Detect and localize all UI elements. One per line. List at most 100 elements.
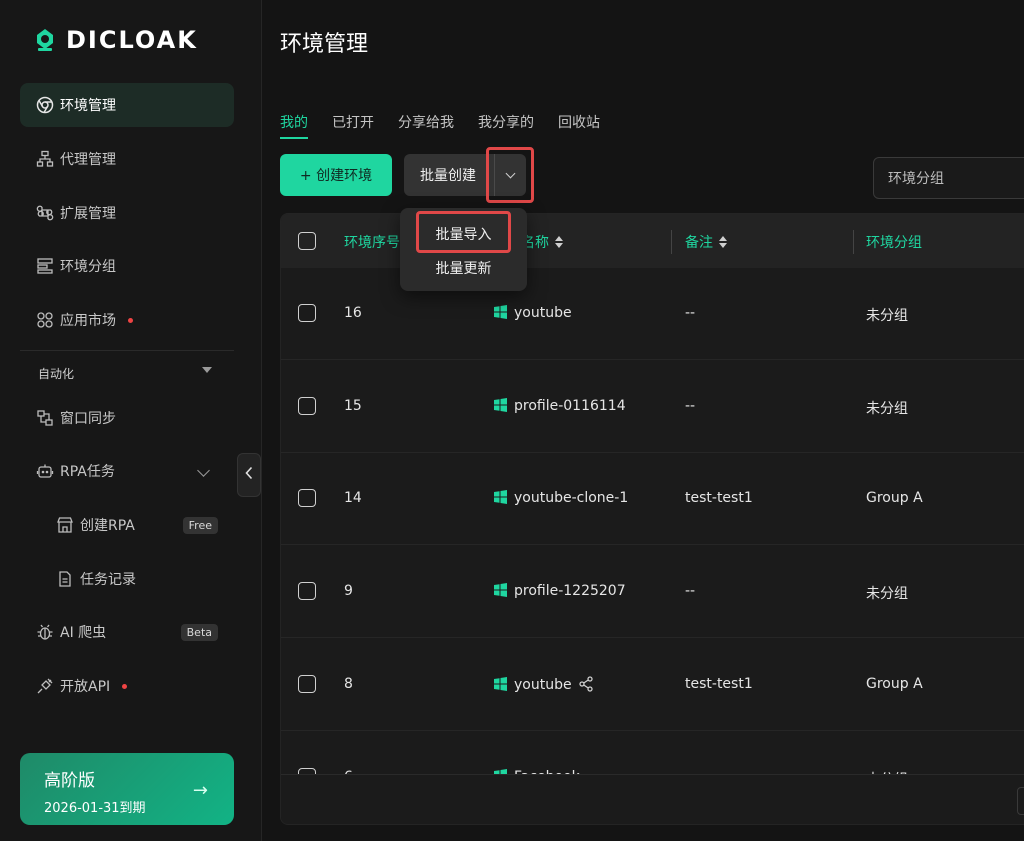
- sidebar-item-create-rpa[interactable]: 创建RPA Free: [20, 503, 234, 547]
- row-group: Group A: [866, 490, 923, 506]
- sidebar-item-extension-management[interactable]: 扩展管理: [20, 191, 234, 235]
- sidebar-item-proxy-management[interactable]: 代理管理: [20, 137, 234, 181]
- logo: DICLOAK: [32, 26, 198, 54]
- row-checkbox[interactable]: [298, 489, 316, 507]
- env-group-select[interactable]: 环境分组: [873, 157, 1024, 199]
- row-group: 未分组: [866, 308, 908, 324]
- row-name-cell[interactable]: youtube: [493, 676, 594, 693]
- tab-opened[interactable]: 已打开: [332, 112, 374, 132]
- table-footer: [281, 774, 1024, 824]
- robot-icon: [36, 462, 54, 480]
- menu-item-batch-update[interactable]: 批量更新: [400, 258, 527, 278]
- notification-dot: [128, 317, 133, 323]
- sidebar-divider: [20, 350, 234, 351]
- sidebar-item-app-market[interactable]: 应用市场: [20, 298, 234, 342]
- pro-plan-card[interactable]: 高阶版 2026-01-31到期 →: [20, 753, 234, 825]
- sync-icon: [36, 409, 54, 427]
- tab-bar: 我的 已打开 分享给我 我分享的 回收站: [280, 112, 600, 139]
- sort-icon[interactable]: [555, 236, 563, 248]
- sidebar-item-task-record[interactable]: 任务记录: [20, 557, 234, 601]
- store-icon: [56, 516, 74, 534]
- table-row[interactable]: 16 youtube -- 未分组: [281, 268, 1024, 360]
- sidebar-collapse-button[interactable]: [237, 453, 261, 497]
- header-note[interactable]: 备注: [685, 232, 727, 252]
- row-name: youtube: [514, 305, 572, 321]
- header-group-label: 环境分组: [866, 235, 922, 251]
- row-checkbox[interactable]: [298, 582, 316, 600]
- tab-mine[interactable]: 我的: [280, 112, 308, 139]
- table-row[interactable]: 14 youtube-clone-1 test-test1 Group A: [281, 453, 1024, 545]
- pagination-control[interactable]: [1017, 787, 1024, 815]
- bug-icon: [36, 623, 54, 641]
- row-checkbox[interactable]: [298, 397, 316, 415]
- tab-recycle-bin[interactable]: 回收站: [558, 112, 600, 132]
- column-divider: [671, 230, 672, 254]
- row-checkbox[interactable]: [298, 675, 316, 693]
- select-all-checkbox[interactable]: [298, 232, 316, 250]
- row-checkbox[interactable]: [298, 304, 316, 322]
- batch-create-label[interactable]: 批量创建: [404, 165, 494, 185]
- tab-shared-with-me[interactable]: 分享给我: [398, 112, 454, 132]
- command-icon: [36, 204, 54, 222]
- chevron-left-icon: [244, 466, 254, 484]
- sidebar-item-open-api[interactable]: 开放API: [20, 664, 234, 708]
- caret-down-icon[interactable]: [202, 367, 212, 373]
- chrome-icon: [36, 96, 54, 114]
- row-note: --: [685, 583, 696, 599]
- pro-plan-expiry: 2026-01-31到期: [44, 801, 146, 816]
- row-name-cell[interactable]: profile-0116114: [493, 398, 626, 414]
- row-name-cell[interactable]: profile-1225207: [493, 583, 626, 599]
- sidebar-item-label: RPA任务: [60, 464, 115, 480]
- sidebar-item-label: 开放API: [60, 679, 111, 695]
- env-table: 环境序号 名称 备注 环境分组 16 youtube -- 未分组 15 pro…: [280, 213, 1024, 825]
- tab-my-shares[interactable]: 我分享的: [478, 112, 534, 132]
- sidebar-item-env-group[interactable]: 环境分组: [20, 244, 234, 288]
- header-seq[interactable]: 环境序号: [344, 232, 400, 252]
- sidebar-item-ai-crawler[interactable]: AI 爬虫 Beta: [20, 610, 234, 654]
- sidebar-item-window-sync[interactable]: 窗口同步: [20, 396, 234, 440]
- arrow-right-icon: →: [192, 780, 208, 801]
- pro-plan-title: 高阶版: [44, 771, 95, 791]
- row-note: --: [685, 305, 696, 321]
- row-name-cell[interactable]: youtube-clone-1: [493, 490, 628, 506]
- row-note: test-test1: [685, 676, 753, 692]
- windows-icon: [494, 677, 507, 691]
- doc-icon: [56, 570, 74, 588]
- sidebar-item-label: 任务记录: [80, 572, 136, 588]
- row-note: test-test1: [685, 490, 753, 506]
- header-group[interactable]: 环境分组: [866, 232, 922, 252]
- row-group: Group A: [866, 676, 923, 692]
- column-divider: [853, 230, 854, 254]
- sidebar-item-env-management[interactable]: 环境管理: [20, 83, 234, 127]
- windows-icon: [494, 583, 507, 597]
- layers-icon: [36, 257, 54, 275]
- row-seq: 8: [344, 676, 353, 692]
- notification-dot: [122, 683, 128, 689]
- create-env-button[interactable]: + 创建环境: [280, 154, 392, 196]
- windows-icon: [494, 398, 507, 412]
- table-header: 环境序号 名称 备注 环境分组: [281, 214, 1024, 268]
- windows-icon: [494, 490, 507, 504]
- logo-icon: [37, 29, 53, 51]
- highlight-box: [486, 147, 534, 203]
- row-name: profile-0116114: [514, 398, 626, 414]
- plug-icon: [36, 677, 54, 695]
- header-seq-label: 环境序号: [344, 235, 400, 251]
- network-icon: [36, 150, 54, 168]
- row-seq: 15: [344, 398, 362, 414]
- table-row[interactable]: 8 youtube test-test1 Group A: [281, 639, 1024, 731]
- row-name: profile-1225207: [514, 583, 626, 599]
- sort-icon[interactable]: [719, 236, 727, 248]
- share-icon[interactable]: [578, 676, 594, 692]
- row-name-cell[interactable]: youtube: [493, 305, 572, 321]
- page-title: 环境管理: [280, 32, 369, 57]
- table-row[interactable]: 9 profile-1225207 -- 未分组: [281, 546, 1024, 638]
- header-note-label: 备注: [685, 235, 713, 251]
- windows-icon: [494, 305, 507, 319]
- beta-badge: Beta: [180, 623, 218, 641]
- table-row[interactable]: 15 profile-0116114 -- 未分组: [281, 361, 1024, 453]
- sidebar-item-label: 环境分组: [60, 259, 116, 275]
- highlight-box: [416, 211, 511, 253]
- free-badge: Free: [182, 516, 218, 534]
- header-name[interactable]: 名称: [521, 232, 563, 252]
